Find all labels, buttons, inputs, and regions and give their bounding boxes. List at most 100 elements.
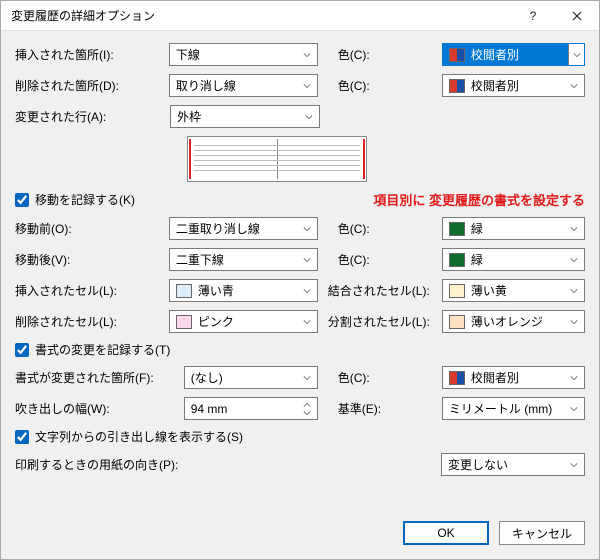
select-format-changed[interactable]: (なし) — [184, 366, 318, 389]
label-merged-cell: 結合されたセル(L): — [328, 282, 442, 299]
chevron-down-icon — [566, 280, 582, 301]
label-deleted-color: 色(C): — [338, 77, 442, 94]
spinner-icon — [299, 398, 315, 419]
input-balloon-width-value: 94 mm — [191, 402, 228, 416]
swatch-green-icon — [449, 253, 465, 267]
swatch-by-author-icon — [449, 79, 465, 93]
chevron-down-icon — [566, 454, 582, 475]
chevron-down-icon — [566, 75, 582, 96]
select-move-to-color[interactable]: 緑 — [442, 248, 585, 271]
dialog-window: 変更履歴の詳細オプション ? 挿入された箇所(I): 下線 色(C): 校閲者別 — [0, 0, 600, 560]
select-inserted-color[interactable]: 校閲者別 — [442, 43, 585, 66]
checkbox-track-moves-label: 移動を記録する(K) — [35, 191, 135, 208]
select-move-from-value: 二重取り消し線 — [176, 220, 260, 237]
cancel-button[interactable]: キャンセル — [499, 521, 585, 545]
select-print-orientation[interactable]: 変更しない — [441, 453, 585, 476]
chevron-down-icon — [568, 44, 584, 65]
swatch-light-yellow-icon — [449, 284, 465, 298]
dialog-title: 変更履歴の詳細オプション — [1, 7, 511, 24]
select-inserted[interactable]: 下線 — [169, 43, 318, 66]
select-inserted-cell[interactable]: 薄い青 — [169, 279, 318, 302]
chevron-down-icon — [566, 218, 582, 239]
select-move-from-color-value: 緑 — [471, 220, 483, 237]
select-move-to-color-value: 緑 — [471, 251, 483, 268]
label-move-from: 移動前(O): — [15, 220, 169, 237]
checkbox-show-balloon-lines-input[interactable] — [15, 430, 29, 444]
select-changed-line[interactable]: 外枠 — [170, 105, 320, 128]
select-deleted-cell[interactable]: ピンク — [169, 310, 318, 333]
label-move-from-color: 色(C): — [338, 220, 442, 237]
title-bar: 変更履歴の詳細オプション ? — [1, 1, 599, 31]
select-merged-cell[interactable]: 薄い黄 — [442, 279, 585, 302]
chevron-down-icon — [566, 398, 582, 419]
label-deleted-cell: 削除されたセル(L): — [15, 313, 169, 330]
select-changed-line-value: 外枠 — [177, 108, 201, 125]
select-measure-value: ミリメートル (mm) — [449, 400, 552, 417]
select-split-cell-value: 薄いオレンジ — [471, 313, 543, 330]
select-move-from[interactable]: 二重取り消し線 — [169, 217, 318, 240]
help-icon: ? — [530, 9, 537, 23]
chevron-down-icon — [299, 44, 315, 65]
select-deleted[interactable]: 取り消し線 — [169, 74, 318, 97]
dialog-body: 挿入された箇所(I): 下線 色(C): 校閲者別 削除された箇所(D): 取り… — [1, 31, 599, 511]
select-deleted-color[interactable]: 校閲者別 — [442, 74, 585, 97]
checkbox-show-balloon-lines-label: 文字列からの引き出し線を表示する(S) — [35, 428, 243, 445]
select-format-color-value: 校閲者別 — [471, 369, 519, 386]
label-inserted: 挿入された箇所(I): — [15, 46, 169, 63]
close-button[interactable] — [555, 1, 599, 31]
annotation-note: 項目別に 変更履歴の書式を設定する — [373, 190, 585, 209]
checkbox-track-moves[interactable]: 移動を記録する(K) — [15, 191, 135, 208]
select-deleted-cell-value: ピンク — [198, 313, 234, 330]
swatch-pink-icon — [176, 315, 192, 329]
select-deleted-color-value: 校閲者別 — [471, 77, 519, 94]
chevron-down-icon — [299, 311, 315, 332]
ok-button[interactable]: OK — [403, 521, 489, 545]
checkbox-track-formatting-input[interactable] — [15, 343, 29, 357]
label-inserted-cell: 挿入されたセル(L): — [15, 282, 169, 299]
chevron-down-icon — [299, 75, 315, 96]
label-print-orientation: 印刷するときの用紙の向き(P): — [15, 456, 285, 473]
select-measure[interactable]: ミリメートル (mm) — [442, 397, 585, 420]
dialog-footer: OK キャンセル — [1, 511, 599, 559]
select-inserted-cell-value: 薄い青 — [198, 282, 234, 299]
label-changed-line: 変更された行(A): — [15, 108, 170, 125]
select-inserted-color-value: 校閲者別 — [471, 46, 519, 63]
help-button[interactable]: ? — [511, 1, 555, 31]
checkbox-track-formatting-label: 書式の変更を記録する(T) — [35, 341, 170, 358]
chevron-down-icon — [299, 249, 315, 270]
checkbox-track-moves-input[interactable] — [15, 193, 29, 207]
select-deleted-value: 取り消し線 — [176, 77, 236, 94]
select-move-to-value: 二重下線 — [176, 251, 224, 268]
label-measure: 基準(E): — [338, 400, 442, 417]
select-format-color[interactable]: 校閲者別 — [442, 366, 585, 389]
label-balloon-width: 吹き出しの幅(W): — [15, 400, 184, 417]
select-print-orientation-value: 変更しない — [448, 456, 508, 473]
swatch-by-author-icon — [449, 371, 465, 385]
chevron-down-icon — [566, 311, 582, 332]
swatch-light-orange-icon — [449, 315, 465, 329]
label-deleted: 削除された箇所(D): — [15, 77, 169, 94]
chevron-down-icon — [566, 367, 582, 388]
checkbox-track-formatting[interactable]: 書式の変更を記録する(T) — [15, 341, 170, 358]
select-format-changed-value: (なし) — [191, 369, 223, 386]
select-split-cell[interactable]: 薄いオレンジ — [442, 310, 585, 333]
chevron-down-icon — [299, 218, 315, 239]
chevron-down-icon — [299, 367, 315, 388]
label-format-changed: 書式が変更された箇所(F): — [15, 369, 184, 386]
select-move-to[interactable]: 二重下線 — [169, 248, 318, 271]
chevron-down-icon — [566, 249, 582, 270]
checkbox-show-balloon-lines[interactable]: 文字列からの引き出し線を表示する(S) — [15, 428, 243, 445]
input-balloon-width[interactable]: 94 mm — [184, 397, 318, 420]
chevron-down-icon — [299, 280, 315, 301]
select-inserted-value: 下線 — [176, 46, 200, 63]
label-split-cell: 分割されたセル(L): — [328, 313, 442, 330]
label-move-to: 移動後(V): — [15, 251, 169, 268]
label-format-color: 色(C): — [338, 369, 442, 386]
changed-line-preview — [187, 136, 367, 182]
select-merged-cell-value: 薄い黄 — [471, 282, 507, 299]
swatch-light-blue-icon — [176, 284, 192, 298]
close-icon — [572, 11, 582, 21]
swatch-by-author-icon — [449, 48, 465, 62]
select-move-from-color[interactable]: 緑 — [442, 217, 585, 240]
chevron-down-icon — [301, 106, 317, 127]
